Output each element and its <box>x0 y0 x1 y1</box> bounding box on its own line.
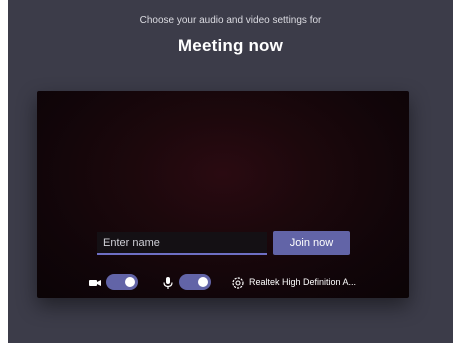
toggle-knob <box>125 277 135 287</box>
pre-join-screen: Choose your audio and video settings for… <box>8 0 453 343</box>
video-camera-icon <box>88 276 102 290</box>
join-now-button[interactable]: Join now <box>273 231 350 255</box>
microphone-icon <box>161 276 175 290</box>
camera-toggle[interactable] <box>106 274 138 290</box>
gear-icon[interactable] <box>231 276 245 290</box>
meeting-subtitle: Choose your audio and video settings for <box>139 15 322 26</box>
name-input[interactable] <box>97 232 267 255</box>
toggle-knob <box>198 277 208 287</box>
meeting-title: Meeting now <box>177 36 284 55</box>
audio-device-label[interactable]: Realtek High Definition A... <box>249 277 356 287</box>
video-preview: Join now <box>37 91 409 298</box>
microphone-toggle[interactable] <box>179 274 211 290</box>
device-controls: Realtek High Definition A... <box>37 274 409 292</box>
